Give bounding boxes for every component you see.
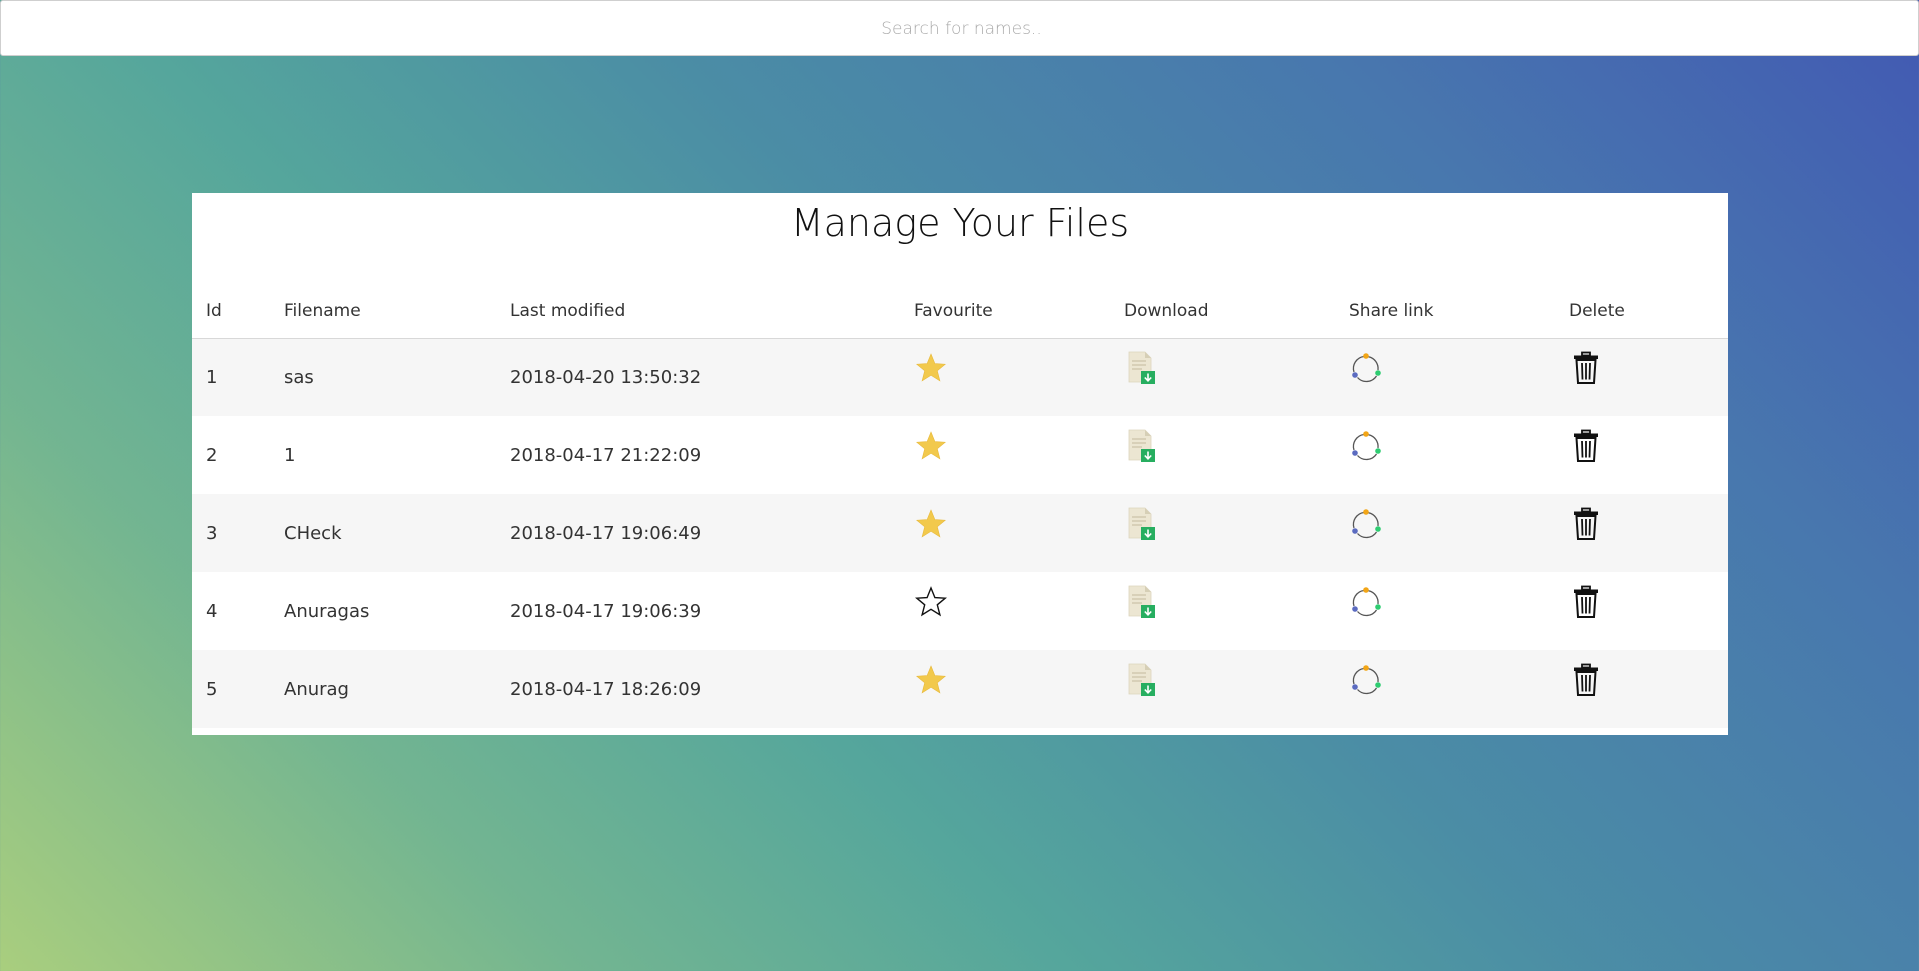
star-shape	[914, 586, 948, 617]
file-download-icon[interactable]	[1124, 585, 1158, 619]
cell-id: 2	[206, 444, 218, 466]
header-delete: Delete	[1569, 301, 1625, 322]
cell-id: 4	[206, 600, 218, 622]
cell-delete	[1555, 572, 1728, 650]
cell-share-link	[1335, 572, 1555, 650]
header-id: Id	[206, 301, 222, 322]
cell-share-link	[1335, 650, 1555, 728]
table-row: 2 1 2018-04-17 21:22:09	[192, 416, 1728, 494]
table-row: 5 Anurag 2018-04-17 18:26:09	[192, 650, 1728, 728]
cell-favourite	[900, 494, 1110, 572]
cell-filename: 1	[284, 444, 296, 466]
cell-delete	[1555, 494, 1728, 572]
cell-download	[1110, 572, 1335, 650]
cell-last-modified: 2018-04-17 21:22:09	[510, 444, 702, 466]
header-download: Download	[1124, 301, 1209, 322]
page-title: Manage Your Files	[790, 201, 1130, 245]
star-filled-icon[interactable]	[914, 663, 948, 697]
cell-filename: Anuragas	[284, 600, 370, 622]
table-row: 4 Anuragas 2018-04-17 19:06:39	[192, 572, 1728, 650]
file-download-icon[interactable]	[1124, 429, 1158, 463]
search-bar	[0, 0, 1919, 57]
files-panel: Manage Your Files Id Filename Last modif…	[192, 193, 1728, 735]
cell-share-link	[1335, 494, 1555, 572]
file-download-icon[interactable]	[1124, 351, 1158, 385]
cell-download	[1110, 338, 1335, 416]
star-shape	[916, 665, 946, 694]
trash-icon[interactable]	[1569, 429, 1603, 463]
trash-icon[interactable]	[1569, 585, 1603, 619]
header-share-link: Share link	[1349, 301, 1434, 322]
star-outline-icon[interactable]	[914, 585, 948, 619]
share-link-icon[interactable]	[1349, 429, 1383, 463]
cell-delete	[1555, 650, 1728, 728]
cell-favourite	[900, 338, 1110, 416]
star-shape	[916, 509, 946, 538]
cell-share-link	[1335, 338, 1555, 416]
cell-download	[1110, 494, 1335, 572]
cell-id: 3	[206, 522, 218, 544]
cell-id: 1	[206, 366, 218, 388]
cell-last-modified: 2018-04-17 18:26:09	[510, 678, 702, 700]
table-header-row: Id Filename Last modified Favourite Down…	[192, 285, 1728, 338]
cell-download	[1110, 416, 1335, 494]
header-last-modified: Last modified	[510, 301, 626, 322]
star-filled-icon[interactable]	[914, 429, 948, 463]
star-shape	[916, 353, 946, 382]
cell-filename: sas	[284, 366, 314, 388]
cell-download	[1110, 650, 1335, 728]
cell-filename: Anurag	[284, 678, 349, 700]
file-download-icon[interactable]	[1124, 507, 1158, 541]
share-link-icon[interactable]	[1349, 507, 1383, 541]
share-link-icon[interactable]	[1349, 351, 1383, 385]
trash-icon[interactable]	[1569, 351, 1603, 385]
header-favourite: Favourite	[914, 301, 993, 322]
cell-delete	[1555, 416, 1728, 494]
table-row: 1 sas 2018-04-20 13:50:32	[192, 338, 1728, 416]
file-download-icon[interactable]	[1124, 663, 1158, 697]
cell-share-link	[1335, 416, 1555, 494]
cell-favourite	[900, 650, 1110, 728]
star-shape	[916, 431, 946, 460]
cell-last-modified: 2018-04-17 19:06:49	[510, 522, 702, 544]
cell-last-modified: 2018-04-20 13:50:32	[510, 366, 702, 388]
cell-id: 5	[206, 678, 218, 700]
header-filename: Filename	[284, 301, 361, 322]
cell-delete	[1555, 338, 1728, 416]
share-link-icon[interactable]	[1349, 585, 1383, 619]
trash-icon[interactable]	[1569, 663, 1603, 697]
table-row: 3 CHeck 2018-04-17 19:06:49	[192, 494, 1728, 572]
star-filled-icon[interactable]	[914, 507, 948, 541]
cell-filename: CHeck	[284, 522, 342, 544]
cell-last-modified: 2018-04-17 19:06:39	[510, 600, 702, 622]
trash-icon[interactable]	[1569, 507, 1603, 541]
search-input[interactable]	[1, 1, 1919, 57]
share-link-icon[interactable]	[1349, 663, 1383, 697]
cell-favourite	[900, 416, 1110, 494]
cell-favourite	[900, 572, 1110, 650]
star-filled-icon[interactable]	[914, 351, 948, 385]
files-table: Id Filename Last modified Favourite Down…	[192, 285, 1728, 728]
